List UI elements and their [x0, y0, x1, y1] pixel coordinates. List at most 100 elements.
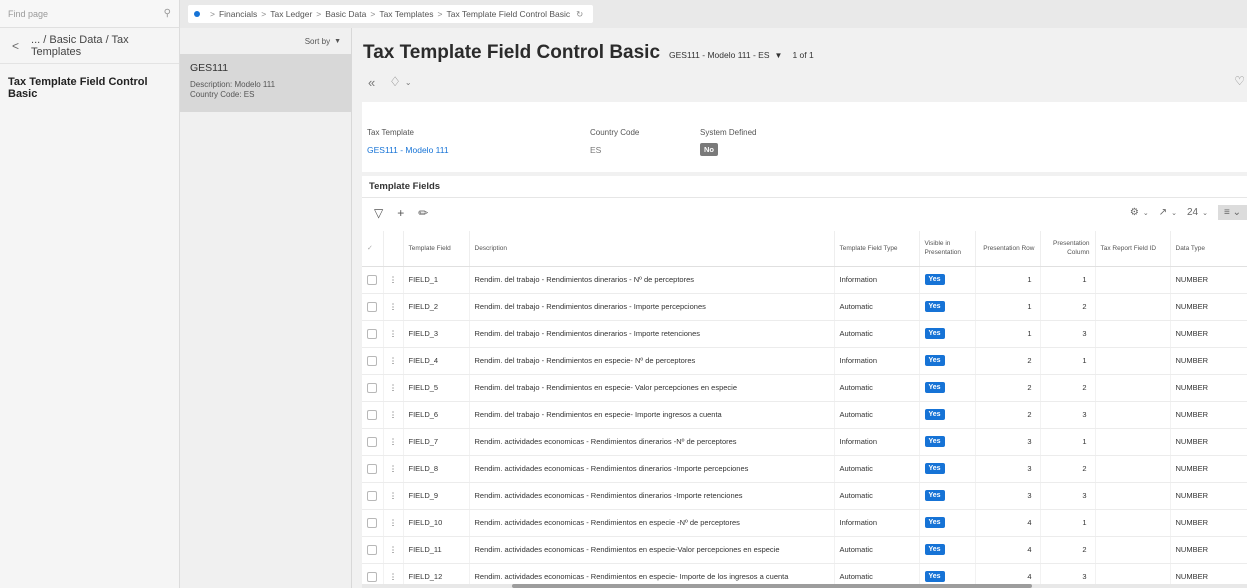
breadcrumb-tax-templates[interactable]: Tax Templates — [379, 9, 433, 19]
table-row[interactable]: ⋮ FIELD_6 Rendim. del trabajo - Rendimient… — [362, 401, 1247, 429]
cell-data-type: NUMBER — [1170, 266, 1247, 294]
row-actions-icon[interactable]: ⋮ — [383, 401, 404, 429]
tax-template-link[interactable]: GES111 - Modelo 111 — [367, 145, 449, 155]
row-checkbox-cell — [362, 320, 384, 348]
row-checkbox[interactable] — [367, 355, 377, 366]
breadcrumb-basic-data[interactable]: Basic Data — [325, 9, 366, 19]
page-title: Tax Template Field Control Basic — [363, 42, 661, 63]
record-selector[interactable]: GES111 - Modelo 111 - ES — [669, 50, 769, 60]
col-template-field[interactable]: Template Field — [403, 231, 470, 267]
export-icon[interactable]: ↗ — [1159, 207, 1167, 218]
col-data-type[interactable]: Data Type — [1170, 231, 1247, 267]
table-row[interactable]: ⋮ FIELD_5 Rendim. del trabajo - Rendimient… — [362, 374, 1247, 402]
row-checkbox[interactable] — [367, 436, 377, 447]
col-presentation-row[interactable]: Presentation Row — [975, 231, 1041, 267]
row-actions-icon[interactable]: ⋮ — [383, 509, 404, 537]
cell-template-field: FIELD_6 — [403, 401, 470, 429]
horizontal-scrollbar[interactable] — [362, 584, 1247, 588]
col-description[interactable]: Description — [469, 231, 835, 267]
cell-tax-report-field-id — [1095, 509, 1171, 537]
row-actions-icon[interactable]: ⋮ — [383, 455, 404, 483]
row-checkbox[interactable] — [367, 274, 377, 285]
chevron-down-icon[interactable]: ⌄ — [1171, 209, 1177, 217]
header-info-panel: Tax Template GES111 - Modelo 111 Country… — [362, 102, 1247, 172]
search-icon[interactable]: ⚲ — [164, 8, 171, 19]
cell-tax-report-field-id — [1095, 374, 1171, 402]
col-tax-report-field-id[interactable]: Tax Report Field ID — [1095, 231, 1171, 267]
cell-presentation-column: 2 — [1040, 293, 1096, 321]
col-presentation-column[interactable]: Presentation Column — [1040, 231, 1096, 267]
scrollbar-thumb[interactable] — [512, 584, 1032, 588]
row-actions-icon[interactable]: ⋮ — [383, 320, 404, 348]
heart-icon[interactable]: ♡ — [1234, 74, 1245, 88]
row-actions-icon[interactable]: ⋮ — [383, 482, 404, 510]
row-checkbox[interactable] — [367, 463, 377, 474]
row-checkbox[interactable] — [367, 301, 377, 312]
cell-tax-report-field-id — [1095, 455, 1171, 483]
row-actions-icon[interactable]: ⋮ — [383, 347, 404, 375]
table-row[interactable]: ⋮ FIELD_11 Rendim. actividades economicas … — [362, 536, 1247, 564]
table-toolbar: ▽ + ✏ ⚙ ⌄ ↗ ⌄ 24 ⌄ ≡ ⌄ — [362, 198, 1247, 230]
table-row[interactable]: ⋮ FIELD_2 Rendim. del trabajo - Rendimient… — [362, 293, 1247, 321]
caret-down-icon[interactable]: ▼ — [775, 51, 783, 60]
record-card-selected[interactable]: GES111 Description: Modelo 111 Country C… — [180, 54, 351, 112]
sort-by-dropdown[interactable]: Sort by ▼ — [180, 28, 351, 54]
nav-back-link[interactable]: < ... / Basic Data / Tax Templates — [0, 28, 179, 64]
breadcrumb-financials[interactable]: Financials — [219, 9, 257, 19]
col-field-type[interactable]: Template Field Type — [834, 231, 920, 267]
col-visible[interactable]: Visible in Presentation — [919, 231, 976, 267]
row-checkbox[interactable] — [367, 490, 377, 501]
page-size-selector[interactable]: 24 — [1187, 207, 1198, 218]
add-icon[interactable]: + — [397, 206, 404, 220]
visible-badge: Yes — [924, 328, 945, 339]
table-row[interactable]: ⋮ FIELD_8 Rendim. actividades economicas -… — [362, 455, 1247, 483]
settings-icon[interactable]: ⚙ — [1130, 207, 1139, 218]
row-checkbox[interactable] — [367, 382, 377, 393]
cell-description: Rendim. del trabajo - Rendimientos en es… — [469, 401, 835, 429]
cell-template-field: FIELD_2 — [403, 293, 470, 321]
collapse-icon[interactable]: « — [368, 75, 375, 90]
cell-template-field: FIELD_5 — [403, 374, 470, 402]
menu-icon[interactable]: ≡ ⌄ — [1218, 205, 1247, 220]
row-checkbox[interactable] — [367, 328, 377, 339]
bell-icon[interactable]: ♢ — [389, 74, 401, 90]
cell-template-field: FIELD_10 — [403, 509, 470, 537]
table-row[interactable]: ⋮ FIELD_4 Rendim. del trabajo - Rendimient… — [362, 347, 1247, 375]
cell-field-type: Automatic — [834, 536, 920, 564]
row-actions-icon[interactable]: ⋮ — [383, 293, 404, 321]
nav-current-page[interactable]: Tax Template Field Control Basic — [0, 64, 179, 100]
breadcrumb-tax-ledger[interactable]: Tax Ledger — [270, 9, 312, 19]
breadcrumb: > Financials > Tax Ledger > Basic Data >… — [188, 5, 594, 23]
table-row[interactable]: ⋮ FIELD_9 Rendim. actividades economicas -… — [362, 482, 1247, 510]
edit-icon[interactable]: ✏ — [418, 206, 428, 220]
cell-tax-report-field-id — [1095, 320, 1171, 348]
refresh-icon[interactable]: ↻ — [576, 9, 583, 20]
chevron-left-icon[interactable]: < — [12, 39, 19, 53]
find-page-box: ⚲ — [0, 0, 180, 28]
row-actions-icon[interactable]: ⋮ — [383, 428, 404, 456]
filter-icon[interactable]: ▽ — [374, 206, 383, 220]
select-all-header[interactable]: ✓ — [362, 231, 384, 267]
row-checkbox[interactable] — [367, 517, 377, 528]
row-checkbox[interactable] — [367, 544, 377, 555]
row-actions-icon[interactable]: ⋮ — [383, 266, 404, 294]
chevron-down-icon[interactable]: ⌄ — [1143, 209, 1149, 217]
row-actions-icon[interactable]: ⋮ — [383, 374, 404, 402]
cell-presentation-row: 2 — [975, 374, 1041, 402]
row-checkbox[interactable] — [367, 571, 377, 582]
cell-description: Rendim. actividades economicas - Rendimi… — [469, 536, 835, 564]
find-page-input[interactable] — [8, 8, 138, 19]
cell-presentation-row: 3 — [975, 482, 1041, 510]
table-header-row: ✓ Template Field Description Template Fi… — [362, 231, 1247, 267]
table-row[interactable]: ⋮ FIELD_3 Rendim. del trabajo - Rendimient… — [362, 320, 1247, 348]
row-checkbox[interactable] — [367, 409, 377, 420]
table-row[interactable]: ⋮ FIELD_7 Rendim. actividades economicas -… — [362, 428, 1247, 456]
cell-data-type: NUMBER — [1170, 347, 1247, 375]
chevron-down-icon[interactable]: ⌄ — [405, 78, 412, 87]
row-actions-icon[interactable]: ⋮ — [383, 536, 404, 564]
table-row[interactable]: ⋮ FIELD_1 Rendim. del trabajo - Rendimient… — [362, 266, 1247, 294]
table-row[interactable]: ⋮ FIELD_10 Rendim. actividades economicas … — [362, 509, 1247, 537]
cell-tax-report-field-id — [1095, 266, 1171, 294]
cell-presentation-row: 4 — [975, 509, 1041, 537]
chevron-down-icon[interactable]: ⌄ — [1202, 209, 1208, 217]
